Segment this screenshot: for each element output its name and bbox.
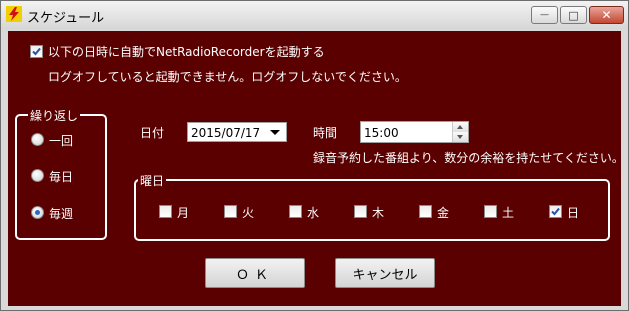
minimize-button[interactable]: — — [531, 6, 558, 24]
date-value: 2015/07/17 — [191, 126, 261, 140]
weekday-label[interactable]: 金 — [437, 204, 449, 221]
close-icon: ✕ — [601, 8, 612, 22]
repeat-weekly-label[interactable]: 毎週 — [49, 205, 73, 222]
weekday-checkbox[interactable] — [549, 205, 562, 218]
close-button[interactable]: ✕ — [589, 6, 624, 24]
maximize-button[interactable]: □ — [560, 6, 587, 24]
weekday-checkbox[interactable] — [484, 205, 497, 218]
cancel-button[interactable]: キャンセル — [335, 258, 435, 288]
auto-start-label[interactable]: 以下の日時に自動でNetRadioRecorderを起動する — [48, 43, 325, 60]
weekday-label[interactable]: 火 — [242, 204, 254, 221]
ok-button[interactable]: ＯＫ — [205, 258, 305, 288]
spin-down-button[interactable] — [453, 132, 468, 142]
maximize-icon: □ — [568, 8, 579, 22]
time-label: 時間 — [313, 126, 338, 140]
schedule-panel: 以下の日時に自動でNetRadioRecorderを起動する ログオフしていると… — [8, 31, 624, 306]
time-note: 録音予約した番組より、数分の余裕を持たせてください。 — [313, 151, 624, 165]
weekday-checkbox[interactable] — [224, 205, 237, 218]
weekday-label[interactable]: 月 — [177, 204, 189, 221]
window-title: スケジュール — [27, 11, 105, 26]
time-spin-buttons — [452, 122, 468, 142]
date-label: 日付 — [140, 126, 165, 140]
weekday-checkbox[interactable] — [354, 205, 367, 218]
weekday-legend: 曜日 — [138, 172, 167, 189]
repeat-weekly-radio[interactable] — [31, 206, 44, 219]
check-mark-icon — [32, 47, 41, 56]
app-lightning-icon — [6, 6, 22, 22]
spin-down-icon — [457, 135, 463, 139]
schedule-window: スケジュール — □ ✕ 以下の日時に自動でNetRadioRecorderを起… — [0, 0, 629, 311]
weekday-checkbox[interactable] — [289, 205, 302, 218]
weekday-checkbox[interactable] — [159, 205, 172, 218]
spin-up-button[interactable] — [453, 122, 468, 132]
check-mark-icon — [551, 207, 560, 216]
weekday-label[interactable]: 土 — [502, 204, 514, 221]
minimize-icon: — — [540, 10, 549, 20]
radio-selected-dot — [35, 210, 40, 215]
repeat-daily-radio[interactable] — [31, 169, 44, 182]
repeat-legend: 繰り返し — [28, 107, 81, 124]
repeat-once-label[interactable]: 一回 — [49, 132, 73, 149]
chevron-down-icon[interactable] — [270, 130, 280, 135]
auto-start-checkbox[interactable] — [30, 45, 43, 58]
time-value: 15:00 — [364, 126, 399, 140]
weekday-checkbox[interactable] — [419, 205, 432, 218]
repeat-once-radio[interactable] — [31, 133, 44, 146]
logoff-warning: ログオフしていると起動できません。ログオフしないでください。 — [48, 70, 407, 84]
spin-up-icon — [457, 125, 463, 129]
date-picker[interactable]: 2015/07/17 — [187, 122, 287, 142]
time-spinner[interactable]: 15:00 — [360, 121, 469, 143]
weekday-label[interactable]: 日 — [567, 204, 579, 221]
weekday-label[interactable]: 水 — [307, 204, 319, 221]
title-bar[interactable]: スケジュール — □ ✕ — [1, 1, 628, 29]
weekday-label[interactable]: 木 — [372, 204, 384, 221]
repeat-daily-label[interactable]: 毎日 — [49, 168, 73, 185]
